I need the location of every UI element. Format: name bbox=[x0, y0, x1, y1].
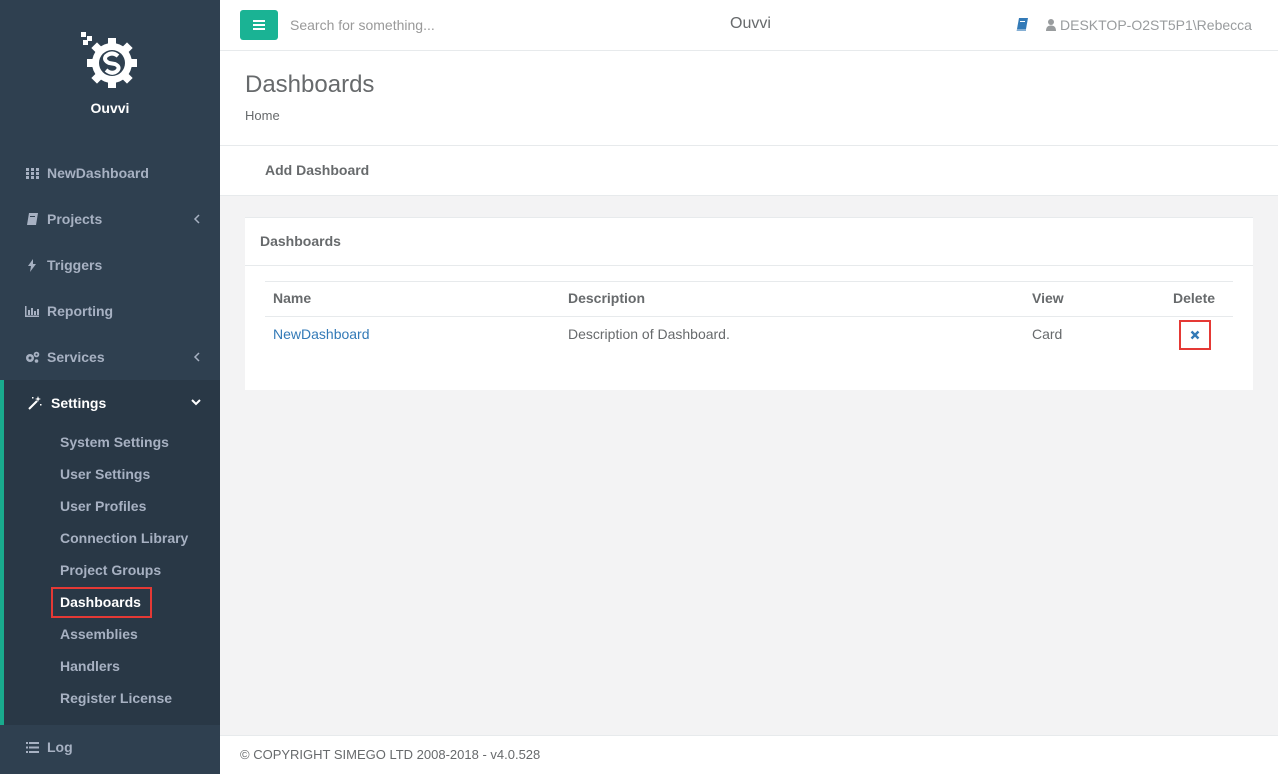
column-header-name: Name bbox=[273, 290, 312, 306]
dashboards-panel: Dashboards Name Description View Delete … bbox=[245, 217, 1253, 390]
cogs-icon bbox=[24, 350, 40, 364]
sidebar-item-triggers[interactable]: Triggers bbox=[0, 242, 220, 288]
column-header-delete: Delete bbox=[1173, 290, 1216, 306]
action-bar: Add Dashboard bbox=[220, 146, 1278, 196]
sidebar-item-label: Log bbox=[47, 739, 73, 755]
sidebar-subitem-dashboards[interactable]: Dashboards bbox=[51, 587, 152, 618]
panel-divider bbox=[245, 265, 1253, 266]
magic-wand-icon bbox=[27, 396, 43, 410]
grid-icon bbox=[24, 166, 40, 180]
page-title: Dashboards bbox=[245, 71, 375, 98]
user-icon bbox=[1046, 19, 1056, 31]
chevron-down-icon bbox=[191, 399, 201, 406]
sidebar-subitem-system-settings[interactable]: System Settings bbox=[56, 430, 173, 454]
app-title: Ouvvi bbox=[730, 15, 771, 32]
logo-gear-icon[interactable] bbox=[79, 30, 141, 92]
list-icon bbox=[24, 740, 40, 754]
close-icon bbox=[1190, 330, 1200, 340]
panel-title: Dashboards bbox=[260, 233, 341, 249]
sidebar-subitem-user-profiles[interactable]: User Profiles bbox=[56, 494, 150, 518]
page-header: Dashboards Home bbox=[220, 51, 1278, 146]
dashboard-name-link[interactable]: NewDashboard bbox=[273, 326, 370, 342]
settings-section: Settings System Settings User Settings U… bbox=[0, 380, 220, 725]
sidebar-item-log[interactable]: Log bbox=[0, 724, 220, 770]
brand-name: Ouvvi bbox=[90, 100, 130, 116]
sidebar-item-projects[interactable]: Projects bbox=[0, 196, 220, 242]
menu-toggle-button[interactable] bbox=[240, 10, 278, 40]
sidebar-item-label: Services bbox=[47, 349, 105, 365]
sidebar-subitem-assemblies[interactable]: Assemblies bbox=[56, 622, 142, 646]
hamburger-icon bbox=[253, 20, 265, 30]
topbar: Ouvvi DESKTOP-O2ST5P1\Rebecca bbox=[220, 0, 1278, 51]
sidebar-item-services[interactable]: Services bbox=[0, 334, 220, 380]
sidebar-subitem-project-groups[interactable]: Project Groups bbox=[56, 558, 165, 582]
table-header bbox=[265, 281, 1233, 317]
sidebar-subitem-connection-library[interactable]: Connection Library bbox=[56, 526, 192, 550]
search-input[interactable] bbox=[290, 12, 590, 38]
breadcrumb[interactable]: Home bbox=[245, 108, 280, 123]
footer: © COPYRIGHT SIMEGO LTD 2008-2018 - v4.0.… bbox=[220, 735, 1278, 774]
user-menu[interactable]: DESKTOP-O2ST5P1\Rebecca bbox=[1046, 17, 1252, 33]
bolt-icon bbox=[24, 258, 40, 272]
sidebar: Ouvvi NewDashboard Projects Triggers Rep… bbox=[0, 0, 220, 774]
dashboard-description: Description of Dashboard. bbox=[568, 326, 730, 342]
copyright-text: © COPYRIGHT SIMEGO LTD 2008-2018 - v4.0.… bbox=[240, 747, 541, 762]
sidebar-item-label: Reporting bbox=[47, 303, 114, 319]
sidebar-item-newdashboard[interactable]: NewDashboard bbox=[0, 150, 220, 196]
sidebar-item-label: Projects bbox=[47, 211, 103, 227]
sidebar-item-settings[interactable]: Settings bbox=[4, 380, 220, 426]
brand: Ouvvi bbox=[0, 0, 220, 140]
sidebar-item-label: NewDashboard bbox=[47, 165, 149, 181]
chevron-left-icon bbox=[193, 214, 200, 224]
delete-dashboard-button[interactable] bbox=[1179, 320, 1211, 350]
bar-chart-icon bbox=[24, 304, 40, 318]
help-book-icon[interactable] bbox=[1016, 18, 1028, 31]
sidebar-item-reporting[interactable]: Reporting bbox=[0, 288, 220, 334]
sidebar-subitem-register-license[interactable]: Register License bbox=[56, 686, 176, 710]
dashboard-view: Card bbox=[1032, 326, 1063, 342]
user-name: DESKTOP-O2ST5P1\Rebecca bbox=[1060, 17, 1252, 33]
sidebar-item-label: Settings bbox=[51, 395, 107, 411]
sidebar-subitem-user-settings[interactable]: User Settings bbox=[56, 462, 154, 486]
add-dashboard-button[interactable]: Add Dashboard bbox=[265, 162, 369, 178]
sidebar-item-label: Triggers bbox=[47, 257, 103, 273]
sidebar-subitem-handlers[interactable]: Handlers bbox=[56, 654, 124, 678]
column-header-view: View bbox=[1032, 290, 1064, 306]
book-icon bbox=[24, 212, 40, 226]
column-header-description: Description bbox=[568, 290, 646, 306]
chevron-left-icon bbox=[193, 352, 200, 362]
